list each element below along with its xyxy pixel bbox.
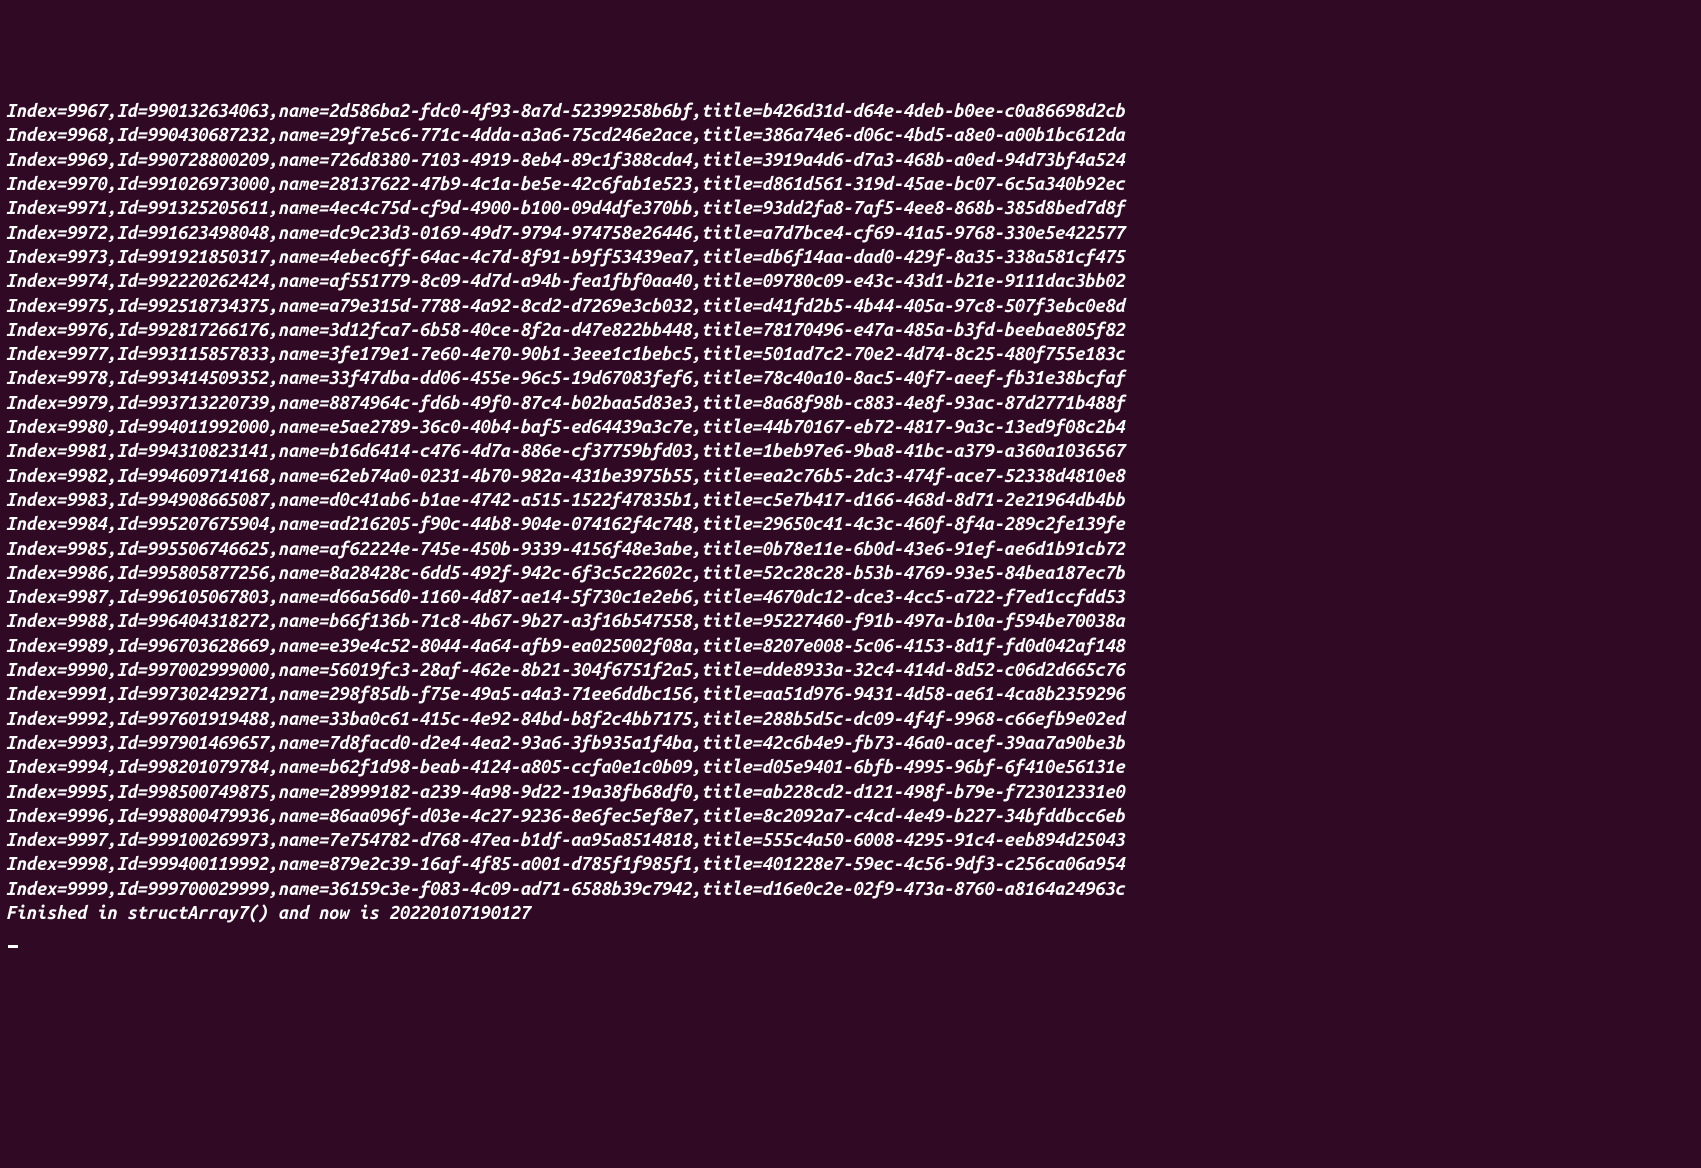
- output-line: Index=9999,Id=999700029999,name=36159c3e…: [6, 877, 1695, 901]
- output-line: Index=9971,Id=991325205611,name=4ec4c75d…: [6, 196, 1695, 220]
- cursor: [8, 945, 18, 948]
- output-line: Index=9974,Id=992220262424,name=af551779…: [6, 269, 1695, 293]
- output-line: Index=9983,Id=994908665087,name=d0c41ab6…: [6, 488, 1695, 512]
- output-line: Index=9985,Id=995506746625,name=af62224e…: [6, 537, 1695, 561]
- output-line: Index=9984,Id=995207675904,name=ad216205…: [6, 512, 1695, 536]
- output-line: Index=9969,Id=990728800209,name=726d8380…: [6, 148, 1695, 172]
- output-footer-line: Finished in structArray7() and now is 20…: [6, 901, 1695, 925]
- output-line: Index=9978,Id=993414509352,name=33f47dba…: [6, 366, 1695, 390]
- output-line: Index=9996,Id=998800479936,name=86aa096f…: [6, 804, 1695, 828]
- output-line: Index=9998,Id=999400119992,name=879e2c39…: [6, 852, 1695, 876]
- output-line: Index=9970,Id=991026973000,name=28137622…: [6, 172, 1695, 196]
- output-line: Index=9987,Id=996105067803,name=d66a56d0…: [6, 585, 1695, 609]
- cursor-line: [6, 925, 1695, 949]
- output-line: Index=9994,Id=998201079784,name=b62f1d98…: [6, 755, 1695, 779]
- output-line: Index=9997,Id=999100269973,name=7e754782…: [6, 828, 1695, 852]
- output-line: Index=9993,Id=997901469657,name=7d8facd0…: [6, 731, 1695, 755]
- output-line: Index=9995,Id=998500749875,name=28999182…: [6, 780, 1695, 804]
- terminal-output[interactable]: Index=9967,Id=990132634063,name=2d586ba2…: [6, 99, 1695, 1046]
- output-line: Index=9973,Id=991921850317,name=4ebec6ff…: [6, 245, 1695, 269]
- output-line: Index=9981,Id=994310823141,name=b16d6414…: [6, 439, 1695, 463]
- output-line: Index=9991,Id=997302429271,name=298f85db…: [6, 682, 1695, 706]
- output-line: Index=9972,Id=991623498048,name=dc9c23d3…: [6, 221, 1695, 245]
- output-line: Index=9968,Id=990430687232,name=29f7e5c6…: [6, 123, 1695, 147]
- output-line: Index=9979,Id=993713220739,name=8874964c…: [6, 391, 1695, 415]
- output-line: Index=9988,Id=996404318272,name=b66f136b…: [6, 609, 1695, 633]
- output-line: Index=9982,Id=994609714168,name=62eb74a0…: [6, 464, 1695, 488]
- output-line: Index=9990,Id=997002999000,name=56019fc3…: [6, 658, 1695, 682]
- output-line: Index=9989,Id=996703628669,name=e39e4c52…: [6, 634, 1695, 658]
- output-line: Index=9992,Id=997601919488,name=33ba0c61…: [6, 707, 1695, 731]
- output-line: Index=9977,Id=993115857833,name=3fe179e1…: [6, 342, 1695, 366]
- output-line: Index=9980,Id=994011992000,name=e5ae2789…: [6, 415, 1695, 439]
- output-line: Index=9986,Id=995805877256,name=8a28428c…: [6, 561, 1695, 585]
- output-line: Index=9975,Id=992518734375,name=a79e315d…: [6, 294, 1695, 318]
- output-line: Index=9967,Id=990132634063,name=2d586ba2…: [6, 99, 1695, 123]
- output-line: Index=9976,Id=992817266176,name=3d12fca7…: [6, 318, 1695, 342]
